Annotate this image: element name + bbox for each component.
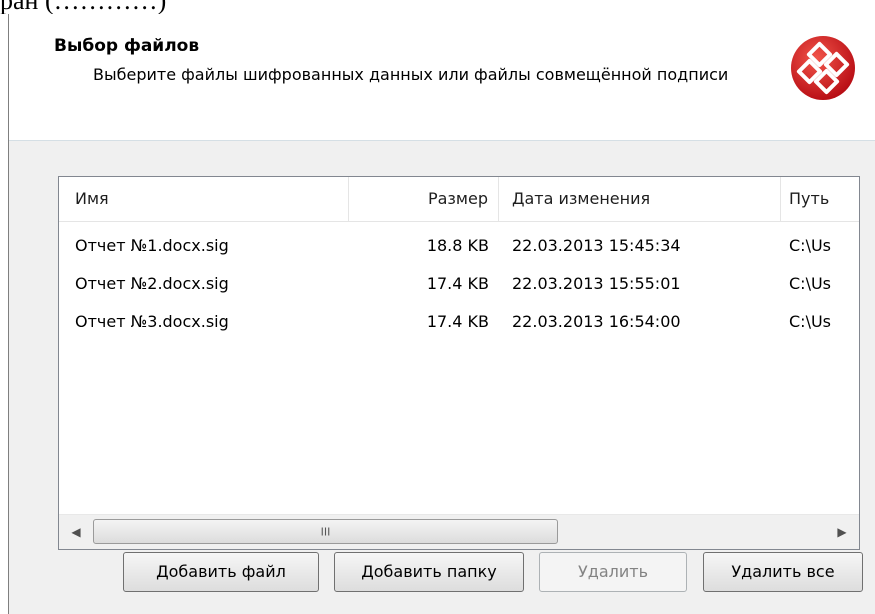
file-path: C:\Us — [789, 236, 831, 255]
delete-all-button[interactable]: Удалить все — [703, 552, 863, 592]
file-selection-dialog: Выбор файлов Выберите файлы шифрованных … — [8, 14, 875, 614]
table-row[interactable]: Отчет №1.docx.sig 18.8 KB 22.03.2013 15:… — [59, 227, 859, 265]
page-fragment: ран (…………) — [0, 0, 875, 14]
arrow-right-icon[interactable]: ▶ — [825, 515, 859, 549]
column-header-date[interactable]: Дата изменения — [499, 177, 781, 221]
file-list[interactable]: Имя Размер Дата изменения Путь Отчет №1.… — [58, 176, 860, 550]
file-size: 17.4 KB — [426, 312, 489, 331]
column-header-path[interactable]: Путь — [781, 177, 859, 221]
column-header-size[interactable]: Размер — [349, 177, 499, 221]
file-size: 17.4 KB — [426, 274, 489, 293]
horizontal-scrollbar[interactable]: ◀ III ▶ — [59, 514, 859, 549]
scroll-grip: III — [320, 525, 331, 538]
file-name: Отчет №1.docx.sig — [75, 236, 229, 255]
page-fragment-text: ран (…………) — [0, 0, 166, 14]
list-header: Имя Размер Дата изменения Путь — [59, 177, 859, 222]
table-row[interactable]: Отчет №2.docx.sig 17.4 KB 22.03.2013 15:… — [59, 265, 859, 303]
file-name: Отчет №2.docx.sig — [75, 274, 229, 293]
file-modified: 22.03.2013 16:54:00 — [512, 312, 681, 331]
add-file-button[interactable]: Добавить файл — [123, 552, 319, 592]
add-folder-button[interactable]: Добавить папку — [334, 552, 524, 592]
dialog-header: Выбор файлов Выберите файлы шифрованных … — [9, 14, 875, 141]
dialog-subtitle: Выберите файлы шифрованных данных или фа… — [93, 65, 729, 84]
file-modified: 22.03.2013 15:55:01 — [512, 274, 681, 293]
arrow-left-icon[interactable]: ◀ — [59, 515, 93, 549]
file-name: Отчет №3.docx.sig — [75, 312, 229, 331]
file-modified: 22.03.2013 15:45:34 — [512, 236, 681, 255]
crypto-logo-icon — [791, 36, 855, 100]
file-rows: Отчет №1.docx.sig 18.8 KB 22.03.2013 15:… — [59, 227, 859, 341]
scroll-thumb[interactable]: III — [93, 519, 558, 544]
file-path: C:\Us — [789, 274, 831, 293]
file-path: C:\Us — [789, 312, 831, 331]
delete-button[interactable]: Удалить — [539, 552, 687, 592]
file-size: 18.8 KB — [426, 236, 489, 255]
dialog-title: Выбор файлов — [54, 36, 200, 56]
column-header-name[interactable]: Имя — [59, 177, 349, 221]
table-row[interactable]: Отчет №3.docx.sig 17.4 KB 22.03.2013 16:… — [59, 303, 859, 341]
